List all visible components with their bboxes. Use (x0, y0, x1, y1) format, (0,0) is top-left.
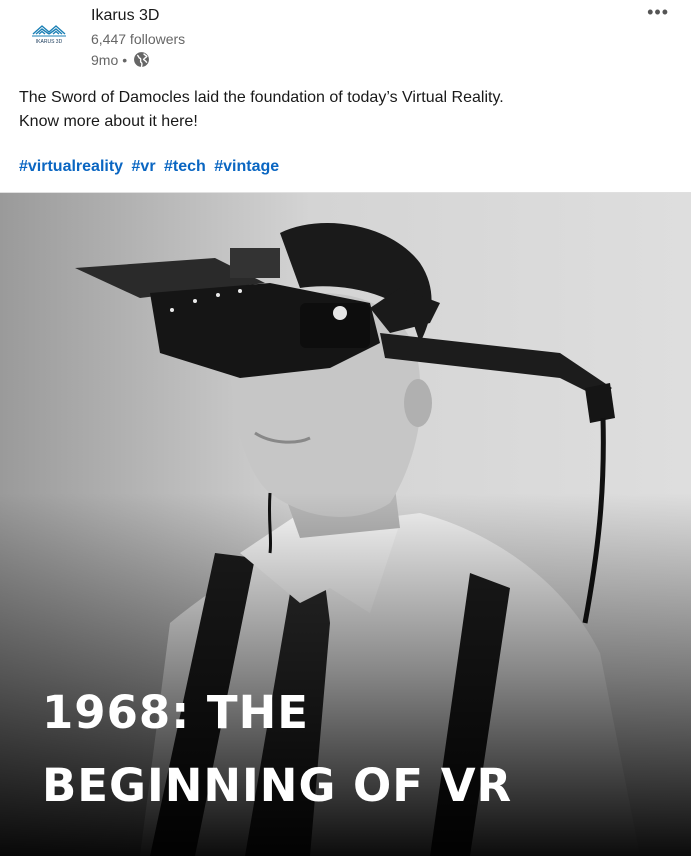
image-title-line-2: BEGINNING OF VR (42, 759, 513, 812)
hashtag-link[interactable]: #vintage (214, 158, 279, 175)
more-options-button[interactable]: ••• (647, 2, 669, 23)
post-text: The Sword of Damocles laid the foundatio… (19, 86, 504, 134)
post-meta: 9mo • (91, 51, 150, 68)
meta-separator: • (122, 51, 128, 68)
post-header: IKARUS 3D Ikarus 3D 6,447 followers 9mo … (0, 0, 691, 78)
follower-count: 6,447 followers (91, 31, 186, 47)
more-icon: ••• (647, 2, 669, 22)
post-text-line-1: The Sword of Damocles laid the foundatio… (19, 89, 504, 106)
image-title-line-1: 1968: THE (42, 686, 310, 739)
hashtag-list: #virtualreality #vr #tech #vintage (19, 158, 283, 176)
linkedin-post: IKARUS 3D Ikarus 3D 6,447 followers 9mo … (0, 0, 691, 856)
ikarus-logo-icon: IKARUS 3D (32, 25, 66, 45)
hashtag-link[interactable]: #vr (132, 158, 156, 175)
post-text-line-2: Know more about it here! (19, 113, 198, 130)
post-age: 9mo (91, 51, 119, 68)
image-title: 1968: THE BEGINNING OF VR (42, 676, 512, 822)
svg-text:IKARUS 3D: IKARUS 3D (36, 39, 63, 45)
globe-icon (133, 51, 150, 68)
author-name[interactable]: Ikarus 3D (91, 7, 159, 25)
company-logo[interactable]: IKARUS 3D (28, 20, 70, 52)
hashtag-link[interactable]: #virtualreality (19, 158, 123, 175)
hashtag-link[interactable]: #tech (164, 158, 206, 175)
